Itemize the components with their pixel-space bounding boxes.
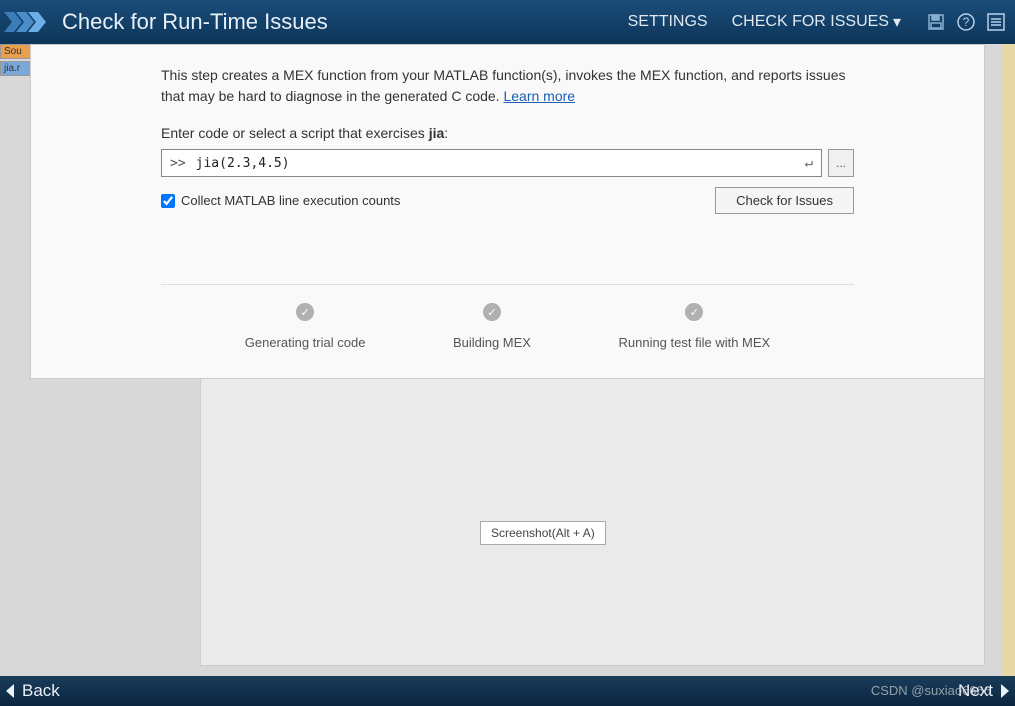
right-edge-strip: [1001, 44, 1015, 676]
description-text: This step creates a MEX function from yo…: [161, 65, 854, 107]
prompt-prefix: Enter code or select a script that exerc…: [161, 125, 429, 141]
page-title: Check for Run-Time Issues: [62, 9, 328, 35]
main-content-panel: This step creates a MEX function from yo…: [30, 44, 985, 379]
back-label: Back: [22, 681, 60, 701]
check-icon: ✓: [296, 303, 314, 321]
back-button[interactable]: Back: [4, 681, 60, 701]
progress-steps: ✓ Generating trial code ✓ Building MEX ✓…: [161, 284, 854, 350]
chevron-down-icon: ▾: [893, 12, 901, 32]
step-label-running: Running test file with MEX: [618, 335, 770, 350]
collect-counts-checkbox-wrap[interactable]: Collect MATLAB line execution counts: [161, 193, 400, 208]
title-bar: Check for Run-Time Issues SETTINGS CHECK…: [0, 0, 1015, 44]
save-icon[interactable]: [925, 11, 947, 33]
browse-button[interactable]: ...: [828, 149, 854, 177]
help-icon[interactable]: ?: [955, 11, 977, 33]
checkbox-label: Collect MATLAB line execution counts: [181, 193, 400, 208]
screenshot-tooltip: Screenshot(Alt + A): [480, 521, 606, 545]
menu-icon[interactable]: [985, 11, 1007, 33]
watermark-text: CSDN @suxiao6666: [871, 683, 991, 698]
prompt-target: jia: [429, 125, 445, 141]
check-icon: ✓: [685, 303, 703, 321]
step-building: ✓ Building MEX: [453, 303, 531, 350]
step-generating: ✓ Generating trial code: [245, 303, 366, 350]
step-running: ✓ Running test file with MEX: [618, 303, 770, 350]
svg-text:?: ?: [963, 15, 970, 29]
check-for-issues-dropdown[interactable]: CHECK FOR ISSUES ▾: [720, 12, 913, 32]
check-dropdown-label: CHECK FOR ISSUES: [732, 13, 889, 31]
wizard-step-indicator: [0, 0, 62, 44]
code-prompt-symbol: >>: [170, 156, 186, 171]
check-icon: ✓: [483, 303, 501, 321]
settings-label: SETTINGS: [628, 13, 708, 31]
learn-more-link[interactable]: Learn more: [503, 88, 575, 104]
code-input[interactable]: >> jia(2.3,4.5) ↵: [161, 149, 822, 177]
collect-counts-checkbox[interactable]: [161, 194, 175, 208]
code-prompt-label: Enter code or select a script that exerc…: [161, 125, 854, 141]
footer-nav: Back Next: [0, 676, 1015, 706]
code-input-value: jia(2.3,4.5): [196, 156, 805, 171]
settings-link[interactable]: SETTINGS: [616, 13, 720, 31]
step-label-generating: Generating trial code: [245, 335, 366, 350]
enter-icon: ↵: [805, 155, 813, 171]
check-for-issues-button[interactable]: Check for Issues: [715, 187, 854, 214]
step-label-building: Building MEX: [453, 335, 531, 350]
